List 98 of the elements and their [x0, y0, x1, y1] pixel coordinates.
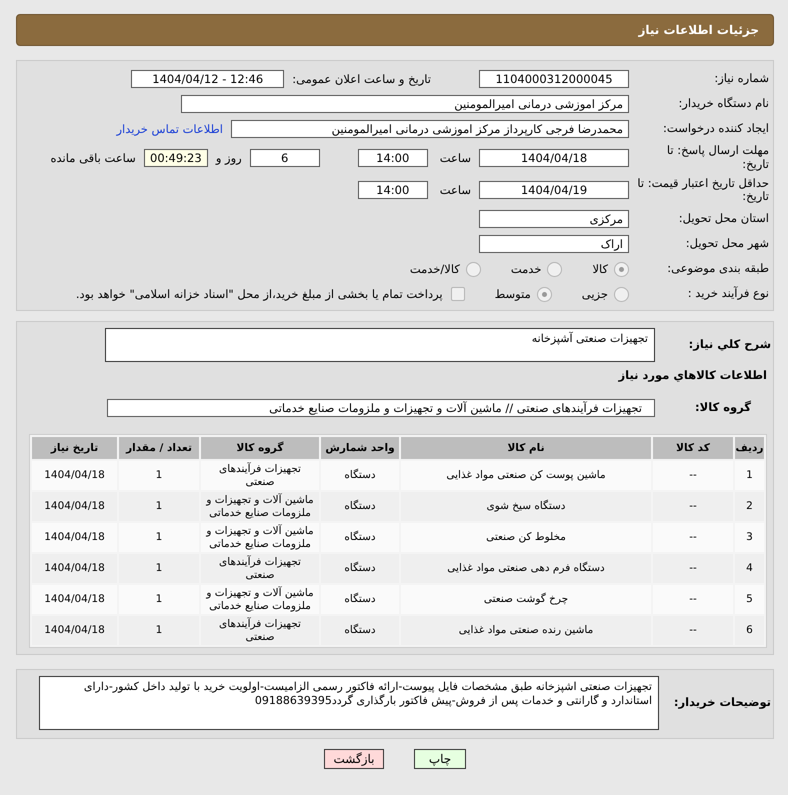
radio-label: جزیی — [582, 287, 608, 302]
validity-date-field: 1404/04/19 — [479, 181, 629, 200]
radio-label: کالا/خدمت — [410, 262, 460, 276]
table-cell: -- — [653, 554, 733, 584]
remaining-time-field: 00:49:23 — [144, 148, 208, 167]
radio-button[interactable] — [536, 286, 552, 302]
description-textarea[interactable]: تجهیزات صنعتی آشپزخانه — [105, 328, 655, 362]
radio-label: متوسط — [494, 287, 531, 302]
validity-time-label: ساعت — [440, 183, 471, 198]
table-cell: 1404/04/18 — [32, 523, 117, 552]
days-label: روز و — [216, 150, 242, 165]
table-cell: تجهیزات فرآیندهای صنعتی — [201, 554, 319, 584]
column-header: تاریخ نیاز — [32, 437, 117, 460]
table-cell: دستگاه — [321, 554, 399, 584]
column-header: تعداد / مقدار — [119, 437, 199, 460]
notes-textarea[interactable]: تجهیزات صنعتی اشپزخانه طبق مشخصات فایل پیوست-ارائه فاکتور رسمی الزامیست-اولویت خرید با تولید داخل کشور-دارای استاندارد و گارانتی و خدمات پس از فروش-پیش فاکتور بارگذاری گردد09188639395 — [39, 676, 659, 730]
table-cell: دستگاه — [321, 585, 399, 614]
classification-label: طبقه بندی موضوعی: — [666, 262, 769, 276]
requester-label: ایجاد کننده درخواست: — [662, 122, 769, 136]
page-header: جزئیات اطلاعات نیاز — [16, 14, 774, 46]
table-cell: ماشین آلات و تجهیزات و ملزومات صنایع خدماتی — [201, 585, 319, 614]
table-cell: 1 — [119, 492, 199, 522]
buyer-field: مرکز اموزشی درمانی امیرالمومنین — [181, 95, 629, 113]
remaining-label: ساعت باقی مانده — [50, 150, 136, 165]
table-cell: چرخ گوشت صنعتی — [401, 585, 651, 614]
table-cell: 2 — [735, 492, 764, 522]
table-cell: -- — [653, 523, 733, 552]
deadline-date-field: 1404/04/18 — [479, 148, 629, 167]
notes-label: توضیحات خریدار: — [672, 696, 771, 710]
table-cell: 1404/04/18 — [32, 492, 117, 522]
table-cell: ماشین آلات و تجهیزات و ملزومات صنایع خدماتی — [201, 492, 319, 522]
buyer-contact-link[interactable]: اطلاعات تماس خریدار — [116, 122, 223, 136]
city-field: اراک — [479, 235, 629, 254]
radio-label: کالا — [592, 262, 608, 276]
table-cell: ماشین رنده صنعتی مواد غذایی — [401, 616, 651, 646]
table-cell: 4 — [735, 554, 764, 584]
deadline-label: مهلت ارسال پاسخ: تا تاریخ: — [666, 144, 769, 172]
radio-button[interactable] — [466, 262, 481, 277]
radio-button[interactable] — [614, 286, 629, 302]
province-label: استان محل تحویل: — [678, 212, 769, 226]
deadline-time-label: ساعت — [440, 150, 471, 165]
goods-group-field: تجهیزات فرآیندهای صنعتی // ماشین آلات و تجهیزات و ملزومات صنایع خدماتی — [107, 399, 655, 418]
table-cell: ماشین پوست کن صنعتی مواد غذایی — [401, 461, 651, 490]
radio-button[interactable] — [614, 262, 629, 277]
payment-label: پرداخت تمام یا بخشی از مبلغ خرید،از محل "اسناد خزانه اسلامی" خواهد بود. — [76, 287, 443, 302]
payment-checkbox[interactable] — [450, 287, 465, 302]
table-cell: 1 — [119, 461, 199, 490]
radio-button[interactable] — [547, 262, 562, 277]
column-header: گروه کالا — [201, 437, 319, 460]
radio-label: خدمت — [510, 262, 542, 276]
announce-label: تاریخ و ساعت اعلان عمومی: — [292, 72, 431, 86]
days-field: 6 — [250, 148, 320, 167]
province-field: مرکزی — [479, 210, 629, 228]
table-cell: 1 — [119, 554, 199, 584]
table-cell: 1 — [119, 616, 199, 646]
table-cell: 6 — [735, 616, 764, 646]
table-cell: تجهیزات فرآیندهای صنعتی — [201, 461, 319, 490]
goods-group-label: گروه کالا: — [694, 401, 752, 416]
table-cell: دستگاه — [321, 461, 399, 490]
table-cell: 1404/04/18 — [32, 461, 117, 490]
requester-field: محمدرضا فرجی کارپرداز مرکز اموزشی درمانی امیرالمومنین — [231, 120, 629, 138]
process-label: نوع فرآیند خرید : — [686, 287, 769, 302]
city-label: شهر محل تحویل: — [684, 237, 769, 252]
table-cell: 1404/04/18 — [32, 585, 117, 614]
table-cell: 1 — [735, 461, 764, 490]
table-cell: دستگاه — [321, 523, 399, 552]
table-cell: دستگاه — [321, 492, 399, 522]
announce-field: 1404/04/12 - 12:46 — [131, 70, 284, 88]
validity-time-field: 14:00 — [358, 181, 428, 200]
column-header: واحد شمارش — [321, 437, 399, 460]
back-button[interactable]: بازگشت — [324, 749, 384, 770]
table-cell: مخلوط کن صنعتی — [401, 523, 651, 552]
table-cell: 3 — [735, 523, 764, 552]
column-header: نام کالا — [401, 437, 651, 460]
table-cell: دستگاه فرم دهی صنعتی مواد غذایی — [401, 554, 651, 584]
table-cell: تجهیزات فرآیندهای صنعتی — [201, 616, 319, 646]
column-header: کد کالا — [653, 437, 733, 460]
buyer-label: نام دستگاه خریدار: — [677, 97, 769, 111]
table-cell: 1 — [119, 585, 199, 614]
items-heading: اطلاعات کالاهاي مورد نياز — [617, 368, 768, 382]
table-cell: -- — [653, 585, 733, 614]
table-cell: 1 — [119, 523, 199, 552]
deadline-time-field: 14:00 — [358, 148, 428, 167]
description-label: شرح کلي نياز: — [688, 338, 771, 352]
table-cell: -- — [653, 492, 733, 522]
table-cell: 1404/04/18 — [32, 554, 117, 584]
validity-label: حداقل تاریخ اعتبار قیمت: تا تاریخ: — [637, 176, 769, 204]
table-cell: دستگاه — [321, 616, 399, 646]
table-cell: ماشین آلات و تجهیزات و ملزومات صنایع خدماتی — [201, 523, 319, 552]
need-number-label: شماره نیاز: — [713, 72, 769, 86]
table-cell: 5 — [735, 585, 764, 614]
table-cell: دستگاه سیخ شوی — [401, 492, 651, 522]
table-cell: -- — [653, 616, 733, 646]
table-cell: 1404/04/18 — [32, 616, 117, 646]
need-number-field: 1104000312000045 — [479, 70, 629, 88]
column-header: ردیف — [735, 437, 764, 460]
table-cell: -- — [653, 461, 733, 490]
print-button[interactable]: چاپ — [414, 749, 466, 770]
